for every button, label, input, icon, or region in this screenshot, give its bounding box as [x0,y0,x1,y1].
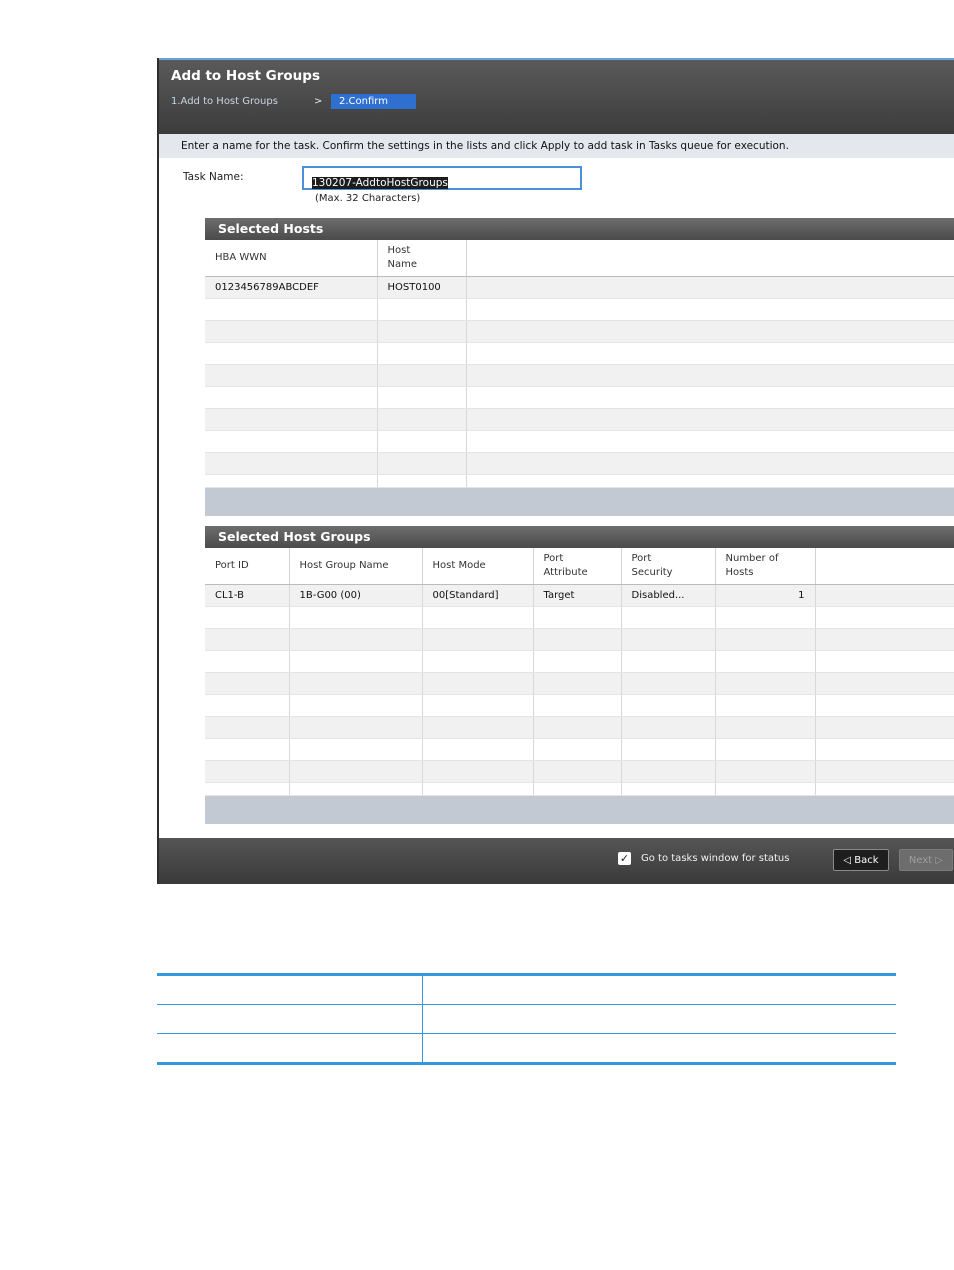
port-id-cell: CL1-B [205,584,290,607]
port-attribute-cell: Target [533,584,622,607]
checkmark-icon: ✓ [619,852,630,865]
empty-row [205,606,954,629]
table-row [157,1033,896,1064]
go-to-tasks-label[interactable]: Go to tasks window for status [641,853,789,864]
host-name-cell: HOST0100 [377,276,467,299]
host-mode-cell: 00[Standard] [422,584,534,607]
dialog-footer: ✓ Go to tasks window for status ◁ Back N… [159,838,954,884]
column-header-host-mode[interactable]: Host Mode [422,548,534,585]
port-security-cell: Disabled... [621,584,716,607]
empty-row [205,430,954,453]
column-header-number-of-hosts[interactable]: Number of Hosts [715,548,816,585]
empty-row [205,672,954,695]
task-name-label: Task Name: [183,171,244,183]
empty-row [205,364,954,387]
empty-cell [815,584,954,607]
task-name-input[interactable]: 130207-AddtoHostGroups [302,166,582,190]
selected-host-groups-title: Selected Host Groups [205,526,954,548]
column-header-host-group-name[interactable]: Host Group Name [289,548,423,585]
column-header-empty [815,548,954,585]
empty-row [205,760,954,783]
back-button[interactable]: ◁ Back [833,849,889,871]
document-table [157,973,896,1065]
empty-row [205,738,954,761]
empty-row [205,408,954,431]
table-row [157,1004,896,1034]
task-name-value: 130207-AddtoHostGroups [312,177,448,189]
dialog-header: Add to Host Groups 1.Add to Host Groups … [159,58,954,134]
next-button[interactable]: Next ▷ [899,849,953,871]
selected-host-groups-table: Port ID Host Group Name Host Mode Port At… [205,548,954,796]
dialog-title: Add to Host Groups [171,68,320,84]
instruction-text: Enter a name for the task. Confirm the s… [159,134,954,158]
selected-hosts-title: Selected Hosts [205,218,954,240]
empty-row [205,474,954,488]
task-name-hint: (Max. 32 Characters) [315,193,421,204]
empty-row [205,628,954,651]
step-confirm: 2.Confirm [331,94,416,109]
column-header-empty [466,240,954,277]
empty-row [205,716,954,739]
go-to-tasks-checkbox[interactable]: ✓ [618,852,631,865]
empty-row [205,320,954,343]
empty-row [205,342,954,365]
empty-cell [466,276,954,299]
hba-wwn-cell: 0123456789ABCDEF [205,276,378,299]
selected-host-groups-footer [205,796,954,824]
selected-hosts-panel: Selected Hosts HBA WWN Host Name 01234567… [205,218,954,516]
column-header-hba-wwn[interactable]: HBA WWN [205,240,378,277]
empty-row [205,452,954,475]
table-row[interactable]: CL1-B 1B-G00 (00) 00[Standard] Target Di… [205,584,954,607]
selected-host-groups-panel: Selected Host Groups Port ID Host Group … [205,526,954,824]
selected-hosts-table: HBA WWN Host Name 0123456789ABCDEF HOST01… [205,240,954,488]
column-header-port-security[interactable]: Port Security [621,548,716,585]
column-header-port-attribute[interactable]: Port Attribute [533,548,622,585]
column-header-port-id[interactable]: Port ID [205,548,290,585]
column-header-host-name[interactable]: Host Name [377,240,467,277]
empty-row [205,782,954,796]
table-row [157,974,896,1005]
selected-hosts-footer [205,488,954,516]
add-to-host-groups-dialog: Add to Host Groups 1.Add to Host Groups … [157,58,954,884]
host-group-name-cell: 1B-G00 (00) [289,584,423,607]
empty-row [205,386,954,409]
empty-row [205,694,954,717]
step-add-to-host-groups[interactable]: 1.Add to Host Groups [171,96,278,107]
empty-row [205,298,954,321]
empty-row [205,650,954,673]
table-row[interactable]: 0123456789ABCDEF HOST0100 [205,276,954,299]
number-of-hosts-cell: 1 [715,584,816,607]
step-separator: > [314,96,323,107]
